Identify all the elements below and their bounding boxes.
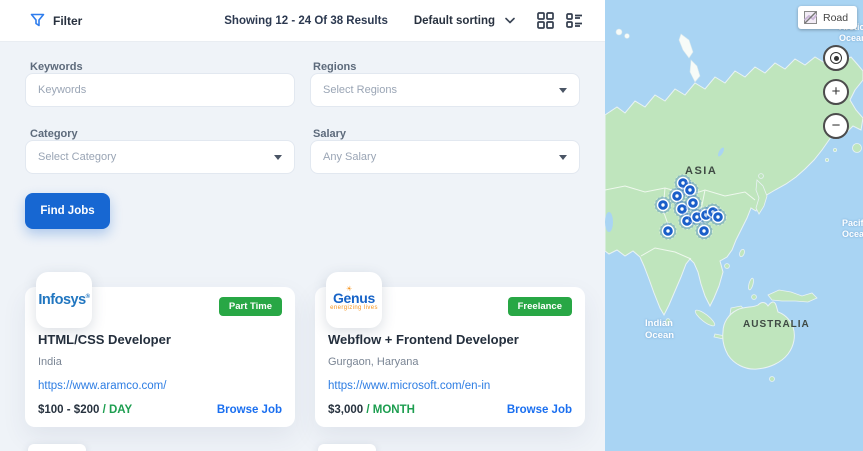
arctic-islands	[616, 29, 700, 82]
list-view-icon[interactable]	[566, 12, 583, 29]
locate-icon	[830, 52, 842, 64]
job-title[interactable]: Webflow + Frontend Developer	[328, 332, 519, 347]
road-map-icon	[804, 11, 817, 24]
job-salary: $3,000 / MONTH	[328, 404, 415, 416]
job-title[interactable]: HTML/CSS Developer	[38, 332, 171, 347]
job-company-link[interactable]: https://www.microsoft.com/en-in	[328, 380, 490, 392]
job-type-badge: Freelance	[508, 297, 572, 316]
keywords-field[interactable]	[25, 73, 295, 107]
company-logo: Infosys®	[36, 272, 92, 328]
keywords-input[interactable]	[38, 84, 282, 96]
zoom-out-button[interactable]: −	[823, 113, 849, 139]
filter-funnel-icon	[30, 13, 45, 28]
island-tasmania	[770, 377, 775, 382]
category-value: Select Category	[38, 151, 116, 163]
salary-label: Salary	[313, 128, 346, 140]
company-logo: Genus☀ energizing lives	[326, 272, 382, 328]
map-cluster-marker[interactable]	[655, 197, 672, 214]
salary-period: / DAY	[103, 404, 133, 416]
map-canvas[interactable]: ASIA AUSTRALIA Indian Ocean Arctic Ocean…	[605, 0, 863, 451]
regions-value: Select Regions	[323, 84, 397, 96]
category-select[interactable]: Select Category	[25, 140, 295, 174]
view-switcher	[537, 12, 583, 29]
job-footer: $100 - $200 / DAY Browse Job	[38, 404, 282, 416]
regions-label: Regions	[313, 61, 356, 73]
map-geography	[605, 0, 863, 451]
job-footer: $3,000 / MONTH Browse Job	[328, 404, 572, 416]
next-card-peek	[28, 444, 86, 451]
dropdown-caret-icon	[274, 155, 282, 160]
results-count: Showing 12 - 24 Of 38 Results	[224, 15, 388, 27]
dropdown-caret-icon	[559, 155, 567, 160]
job-company-link[interactable]: https://www.aramco.com/	[38, 380, 166, 392]
company-name: Infosys	[38, 292, 85, 308]
zoom-in-icon: +	[832, 84, 841, 99]
dropdown-caret-icon	[559, 88, 567, 93]
map-style-button[interactable]: Road	[798, 6, 857, 29]
zoom-in-button[interactable]: +	[823, 79, 849, 105]
filter-label: Filter	[53, 14, 82, 28]
lake	[605, 212, 613, 232]
salary-value: Any Salary	[323, 151, 376, 163]
sort-label: Default sorting	[414, 15, 495, 27]
map-cluster-marker[interactable]	[660, 223, 677, 240]
category-label: Category	[30, 128, 78, 140]
keywords-label: Keywords	[30, 61, 83, 73]
map-cluster-marker[interactable]	[696, 223, 713, 240]
salary-select[interactable]: Any Salary	[310, 140, 580, 174]
locate-me-button[interactable]	[823, 45, 849, 71]
job-salary: $100 - $200 / DAY	[38, 404, 132, 416]
find-jobs-button[interactable]: Find Jobs	[25, 193, 110, 229]
salary-period: / MONTH	[366, 404, 415, 416]
chevron-down-icon	[505, 17, 515, 24]
job-location: India	[38, 356, 62, 368]
toolbar: Filter Showing 12 - 24 Of 38 Results Def…	[0, 0, 605, 42]
registered-mark: ®	[86, 294, 90, 300]
job-location: Gurgaon, Haryana	[328, 356, 419, 368]
browse-job-link[interactable]: Browse Job	[507, 404, 572, 416]
grid-view-icon[interactable]	[537, 12, 554, 29]
zoom-out-icon: −	[832, 118, 841, 133]
browse-job-link[interactable]: Browse Job	[217, 404, 282, 416]
sun-icon: ☀	[346, 285, 352, 293]
regions-select[interactable]: Select Regions	[310, 73, 580, 107]
salary-amount: $100 - $200	[38, 404, 99, 416]
job-search-page: Filter Showing 12 - 24 Of 38 Results Def…	[0, 0, 863, 451]
map-cluster-marker[interactable]	[710, 209, 727, 226]
salary-amount: $3,000	[328, 404, 363, 416]
company-name: Genus	[333, 290, 375, 306]
job-type-badge: Part Time	[219, 297, 282, 316]
job-card[interactable]: Genus☀ energizing lives Freelance Webflo…	[315, 287, 585, 427]
map-style-label: Road	[823, 12, 848, 24]
sort-dropdown[interactable]: Default sorting	[414, 15, 515, 27]
filter-toggle[interactable]: Filter	[30, 13, 82, 28]
next-card-peek	[318, 444, 376, 451]
landmass-australia	[723, 302, 795, 369]
job-card[interactable]: Infosys® Part Time HTML/CSS Developer In…	[25, 287, 295, 427]
